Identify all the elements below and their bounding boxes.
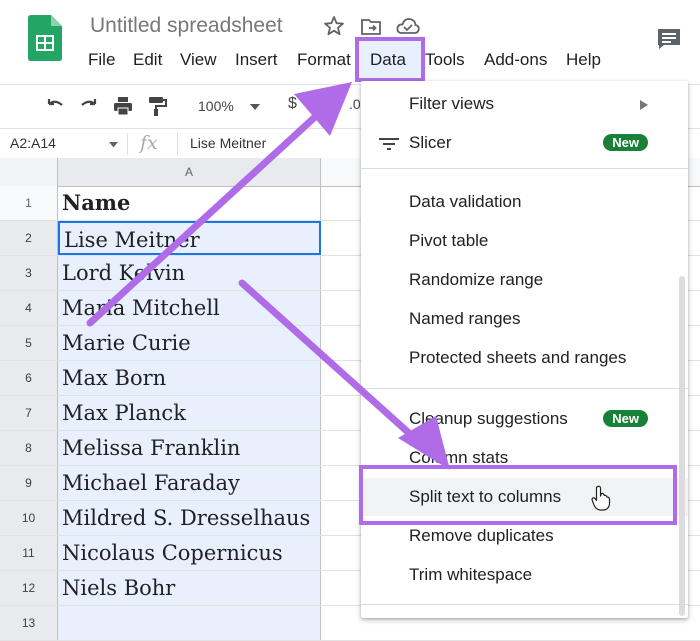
menu-item-randomize-range[interactable]: Randomize range: [361, 261, 688, 299]
comment-history-icon[interactable]: [656, 27, 682, 51]
print-icon[interactable]: [112, 95, 134, 117]
new-badge: New: [603, 134, 648, 151]
title-bar: Untitled spreadsheet File Edit View Inse…: [0, 0, 700, 84]
cell[interactable]: Lord Kelvin: [58, 256, 321, 290]
divider: [177, 133, 178, 155]
menu-item-trim-whitespace[interactable]: Trim whitespace: [361, 556, 688, 594]
new-badge: New: [603, 410, 648, 427]
document-title[interactable]: Untitled spreadsheet: [90, 14, 283, 38]
row-header[interactable]: 4: [0, 291, 58, 325]
chevron-down-icon[interactable]: [109, 141, 118, 148]
menu-item-label: Trim whitespace: [409, 565, 533, 584]
submenu-arrow-icon: [640, 100, 648, 110]
formula-input[interactable]: Lise Meitner: [190, 135, 266, 151]
menu-item-label: Remove duplicates: [409, 526, 554, 545]
format-currency-button[interactable]: $: [288, 95, 297, 113]
decrease-decimal-button[interactable]: .0: [349, 96, 361, 112]
move-to-folder-icon[interactable]: [360, 15, 382, 37]
cell[interactable]: Max Born: [58, 361, 321, 395]
menu-item-protected-sheets[interactable]: Protected sheets and ranges: [361, 339, 688, 377]
cell[interactable]: Marie Curie: [58, 326, 321, 360]
menu-item-label: Randomize range: [409, 270, 544, 289]
hand-cursor-icon: [591, 485, 611, 511]
menu-tools[interactable]: Tools: [425, 50, 465, 70]
row-header[interactable]: 9: [0, 466, 58, 500]
menu-item-named-ranges[interactable]: Named ranges: [361, 300, 688, 338]
menu-item-data-validation[interactable]: Data validation: [361, 183, 688, 221]
menu-data[interactable]: Data: [370, 50, 406, 70]
row-header[interactable]: 6: [0, 361, 58, 395]
row-header[interactable]: 13: [0, 606, 58, 640]
row-header[interactable]: 3: [0, 256, 58, 290]
cell[interactable]: Mildred S. Dresselhaus: [58, 501, 321, 535]
menu-format[interactable]: Format: [297, 50, 351, 70]
slicer-icon: [379, 138, 399, 150]
split-text-highlight: [359, 465, 677, 525]
menu-item-label: Slicer: [409, 133, 452, 152]
menu-divider: [361, 168, 688, 169]
cell[interactable]: [58, 606, 321, 640]
row-header[interactable]: 11: [0, 536, 58, 570]
chevron-down-icon[interactable]: [250, 103, 260, 111]
menu-file[interactable]: File: [88, 50, 115, 70]
menu-item-label: Filter views: [409, 94, 495, 113]
cell[interactable]: Maria Mitchell: [58, 291, 321, 325]
menu-view[interactable]: View: [180, 50, 217, 70]
column-header-a[interactable]: A: [58, 158, 321, 186]
sheets-logo-icon[interactable]: [28, 15, 62, 61]
select-all-corner[interactable]: [0, 158, 58, 186]
redo-icon[interactable]: [78, 95, 100, 117]
fx-icon: fx: [140, 132, 158, 154]
undo-icon[interactable]: [44, 95, 66, 117]
menu-item-label: Cleanup suggestions: [409, 409, 568, 428]
cell[interactable]: Melissa Franklin: [58, 431, 321, 465]
menu-addons[interactable]: Add-ons: [484, 50, 547, 70]
row-header[interactable]: 1: [0, 186, 58, 220]
menu-help[interactable]: Help: [566, 50, 601, 70]
cell[interactable]: Nicolaus Copernicus: [58, 536, 321, 570]
menu-item-pivot-table[interactable]: Pivot table: [361, 222, 688, 260]
row-header[interactable]: 7: [0, 396, 58, 430]
active-cell[interactable]: Lise Meitner: [58, 221, 321, 255]
divider: [127, 133, 128, 155]
menu-item-label: Pivot table: [409, 231, 489, 250]
menu-item-label: Data validation: [409, 192, 522, 211]
name-box[interactable]: A2:A14: [10, 135, 56, 151]
row-header[interactable]: 2: [0, 221, 58, 255]
cloud-saved-icon[interactable]: [396, 15, 420, 37]
data-dropdown-menu: Filter views Slicer New Data validation …: [361, 81, 688, 618]
menu-item-filter-views[interactable]: Filter views: [361, 85, 688, 123]
menu-scrollbar[interactable]: [679, 276, 685, 616]
menu-insert[interactable]: Insert: [235, 50, 278, 70]
row-header[interactable]: 10: [0, 501, 58, 535]
zoom-select[interactable]: 100%: [198, 98, 234, 114]
menu-divider: [361, 388, 688, 389]
star-icon[interactable]: [322, 14, 346, 38]
cell[interactable]: Name: [58, 186, 321, 220]
row-header[interactable]: 5: [0, 326, 58, 360]
menu-divider: [361, 604, 688, 605]
row-header[interactable]: 12: [0, 571, 58, 605]
paint-format-icon[interactable]: [146, 95, 168, 117]
menu-edit[interactable]: Edit: [133, 50, 162, 70]
cell[interactable]: Niels Bohr: [58, 571, 321, 605]
menu-item-label: Protected sheets and ranges: [409, 348, 627, 367]
menu-item-slicer[interactable]: Slicer New: [361, 124, 688, 162]
menu-item-label: Named ranges: [409, 309, 521, 328]
cell[interactable]: Max Planck: [58, 396, 321, 430]
cell[interactable]: Michael Faraday: [58, 466, 321, 500]
menu-item-cleanup-suggestions[interactable]: Cleanup suggestions New: [361, 400, 688, 438]
row-header[interactable]: 8: [0, 431, 58, 465]
